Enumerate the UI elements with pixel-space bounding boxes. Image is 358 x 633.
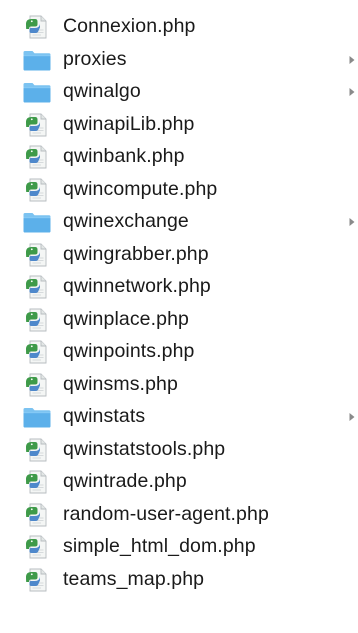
file-name-label: qwinplace.php (63, 307, 189, 330)
file-name-label: Connexion.php (63, 15, 196, 38)
php-file-icon (22, 178, 52, 202)
php-file-icon (22, 308, 52, 332)
file-name-label: proxies (63, 47, 127, 70)
php-file-icon (22, 275, 52, 299)
file-name-label: qwinbank.php (63, 145, 185, 168)
php-file-icon (22, 243, 52, 267)
folder-item[interactable]: qwinalgo (0, 76, 358, 109)
php-file-icon (22, 15, 52, 39)
file-name-label: qwincompute.php (63, 177, 218, 200)
file-name-label: teams_map.php (63, 567, 205, 590)
disclosure-arrow-icon[interactable] (348, 217, 356, 227)
php-file-icon (22, 438, 52, 462)
folder-icon (22, 405, 52, 429)
php-file-icon (22, 470, 52, 494)
folder-icon (22, 210, 52, 234)
file-item[interactable]: qwinpoints.php (0, 336, 358, 369)
folder-icon (22, 80, 52, 104)
php-file-icon (22, 373, 52, 397)
file-item[interactable]: qwincompute.php (0, 174, 358, 207)
file-name-label: simple_html_dom.php (63, 535, 256, 558)
folder-item[interactable]: qwinexchange (0, 206, 358, 239)
file-name-label: qwinpoints.php (63, 340, 195, 363)
file-item[interactable]: qwinapiLib.php (0, 109, 358, 142)
disclosure-arrow-icon[interactable] (348, 55, 356, 65)
file-item[interactable]: qwinnetwork.php (0, 271, 358, 304)
file-name-label: qwintrade.php (63, 470, 187, 493)
file-item[interactable]: teams_map.php (0, 564, 358, 597)
file-name-label: qwinapiLib.php (63, 112, 195, 135)
file-name-label: qwinsms.php (63, 372, 178, 395)
php-file-icon (22, 340, 52, 364)
file-name-label: qwinstatstools.php (63, 437, 226, 460)
file-item[interactable]: qwingrabber.php (0, 239, 358, 272)
file-item[interactable]: random-user-agent.php (0, 499, 358, 532)
file-item[interactable]: qwinsms.php (0, 369, 358, 402)
file-item[interactable]: qwinbank.php (0, 141, 358, 174)
disclosure-arrow-icon[interactable] (348, 412, 356, 422)
file-name-label: random-user-agent.php (63, 502, 269, 525)
folder-item[interactable]: qwinstats (0, 401, 358, 434)
file-name-label: qwinstats (63, 405, 146, 428)
folder-icon (22, 48, 52, 72)
file-name-label: qwingrabber.php (63, 242, 209, 265)
file-item[interactable]: qwinplace.php (0, 304, 358, 337)
file-name-label: qwinexchange (63, 210, 189, 233)
php-file-icon (22, 503, 52, 527)
disclosure-arrow-icon[interactable] (348, 87, 356, 97)
php-file-icon (22, 568, 52, 592)
php-file-icon (22, 145, 52, 169)
folder-item[interactable]: proxies (0, 44, 358, 77)
file-item[interactable]: simple_html_dom.php (0, 531, 358, 564)
php-file-icon (22, 535, 52, 559)
file-list: Connexion.php proxies qwinalgo qwinapiLi… (0, 11, 358, 596)
file-item[interactable]: qwinstatstools.php (0, 434, 358, 467)
file-name-label: qwinalgo (63, 80, 141, 103)
file-item[interactable]: Connexion.php (0, 11, 358, 44)
file-name-label: qwinnetwork.php (63, 275, 211, 298)
file-item[interactable]: qwintrade.php (0, 466, 358, 499)
php-file-icon (22, 113, 52, 137)
